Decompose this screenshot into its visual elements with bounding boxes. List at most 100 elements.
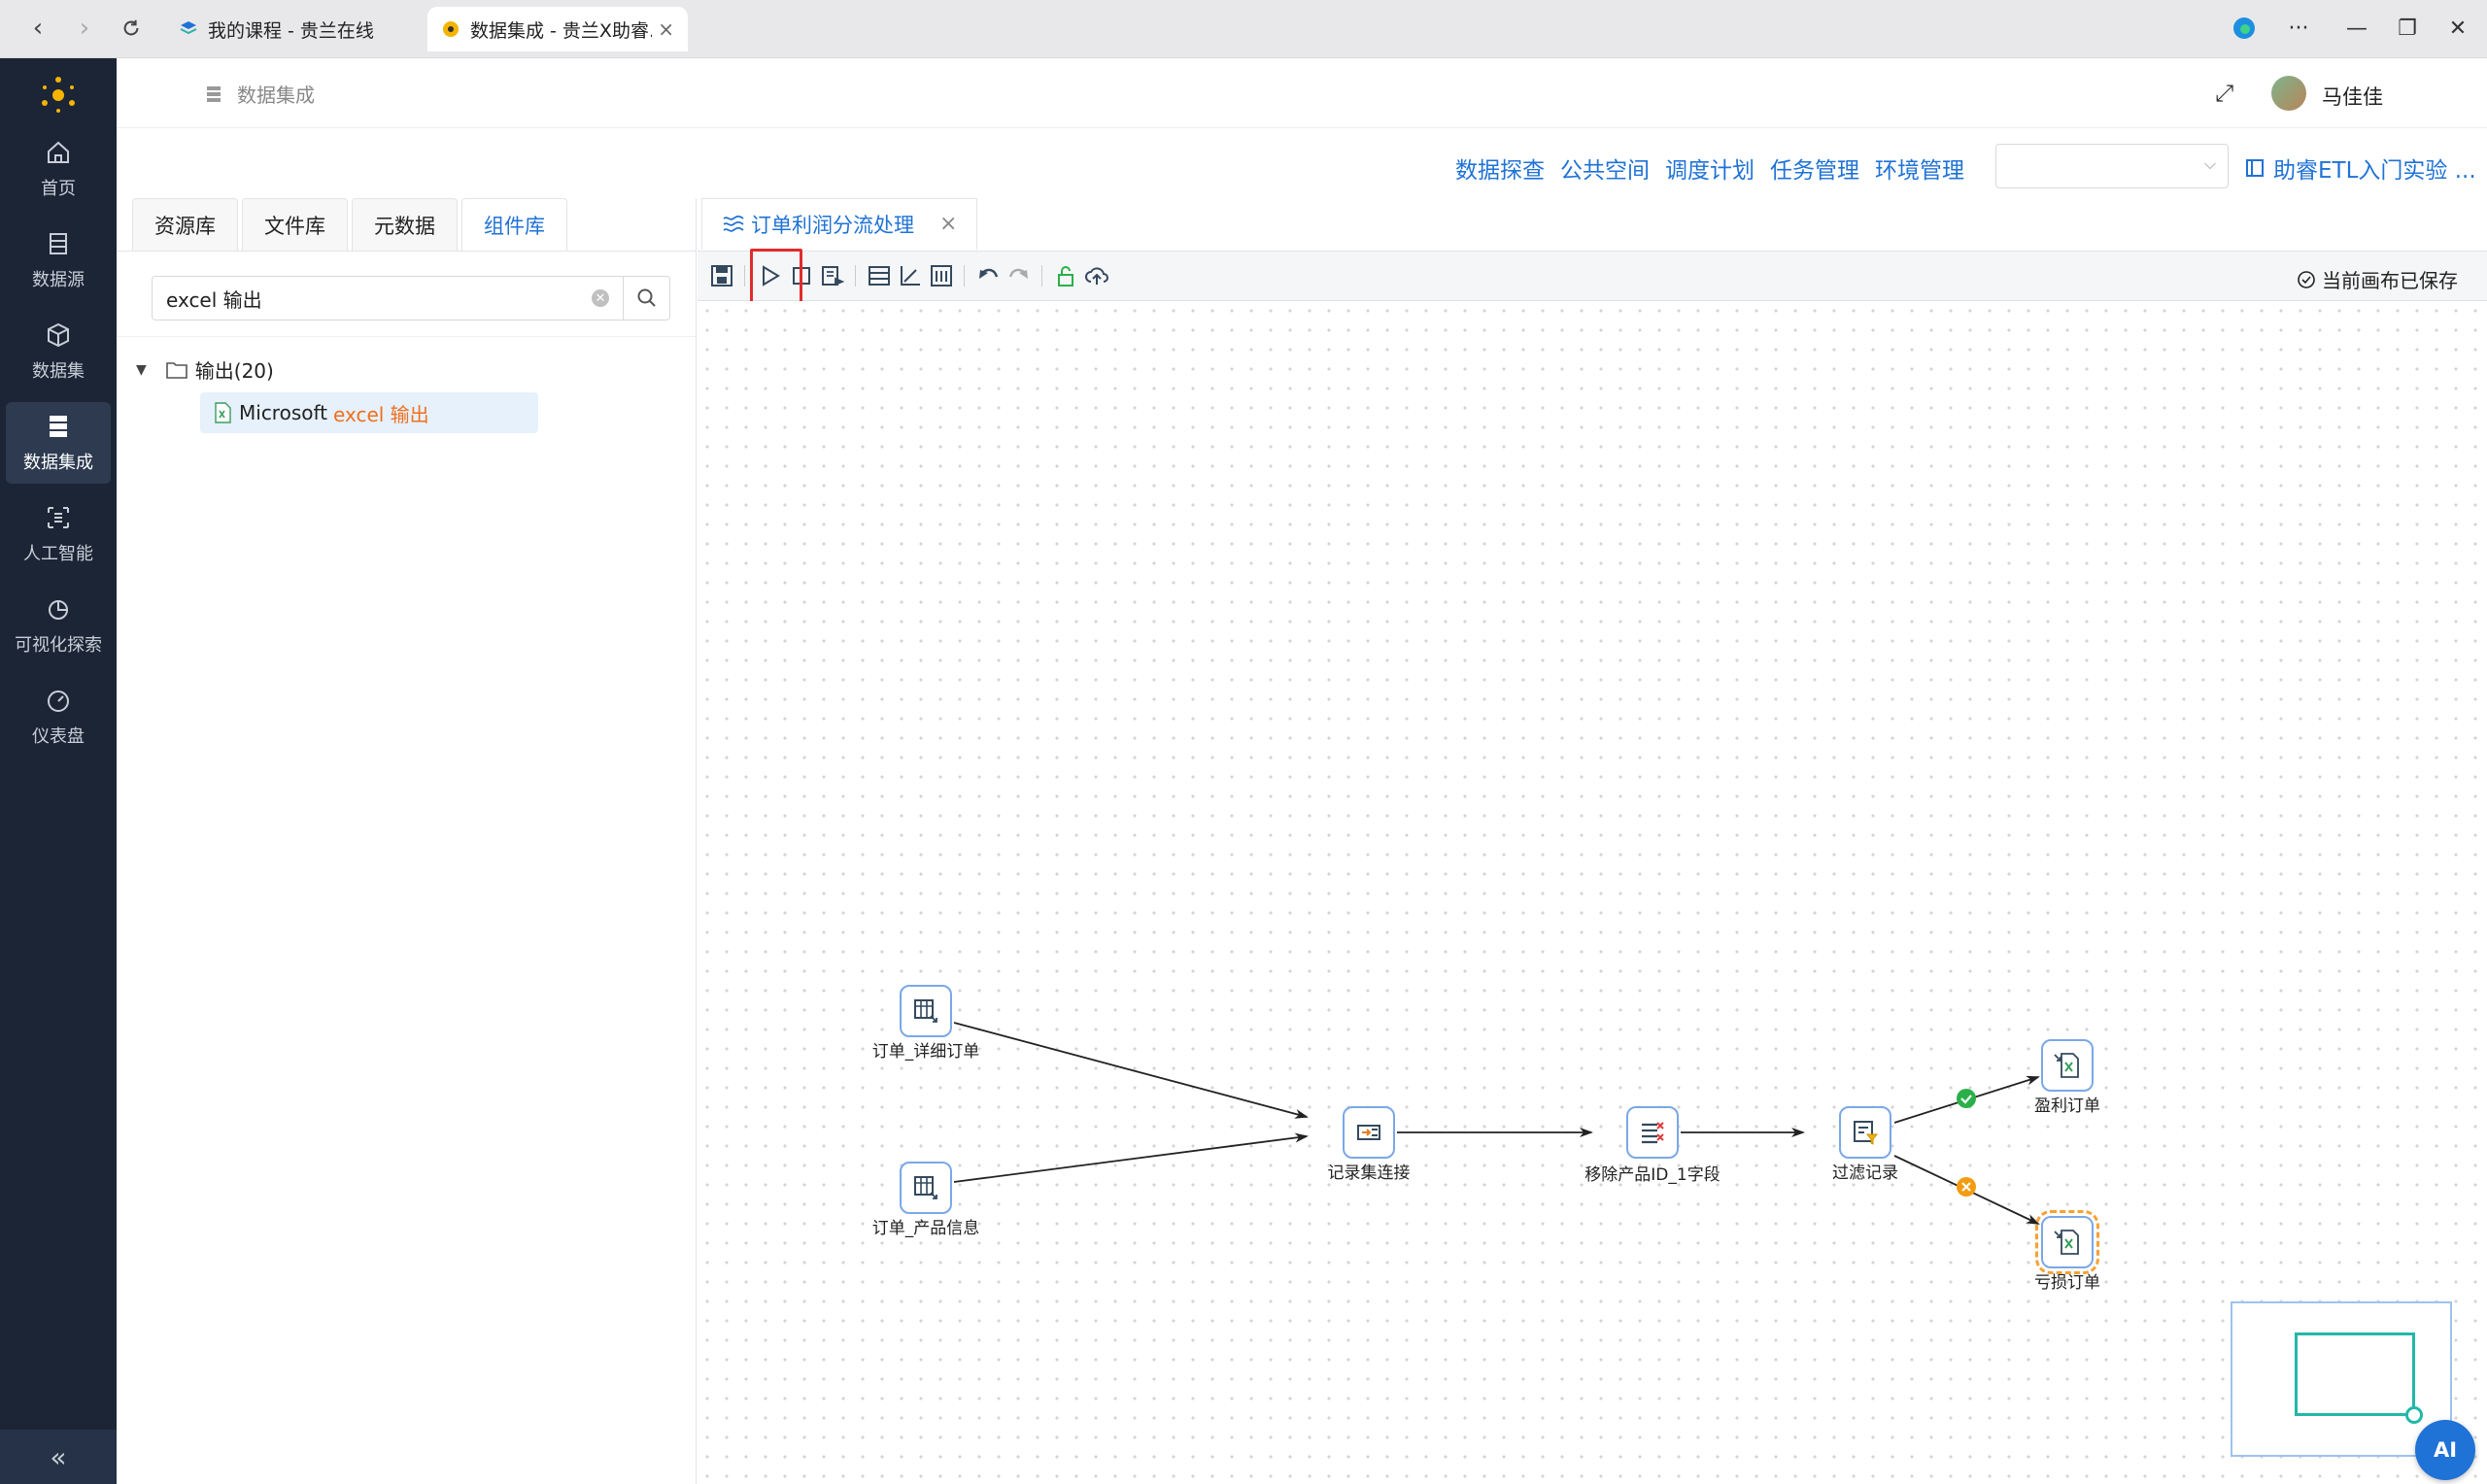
preview-button[interactable] (818, 261, 847, 290)
flow-icon (723, 215, 744, 232)
ai-assistant-button[interactable]: AI (2415, 1420, 2475, 1480)
server-icon (207, 85, 221, 102)
top-links: 数据探查 公共空间 调度计划 任务管理 环境管理 (1455, 152, 1980, 185)
flow-node-join[interactable] (1343, 1106, 1395, 1159)
save-button[interactable] (707, 261, 736, 290)
guide-link[interactable]: 助睿ETL入门实验 ... (2244, 152, 2476, 185)
nav-label: 数据集成 (23, 453, 93, 473)
back-icon[interactable]: ‹ (21, 12, 54, 45)
browser-chrome: ‹ › 我的课程 - 贵兰在线 数据集成 - 贵兰X助睿... × ··· — … (0, 0, 2487, 58)
tab-files[interactable]: 文件库 (242, 198, 348, 251)
tab-components[interactable]: 组件库 (461, 198, 567, 251)
undo-button[interactable] (973, 261, 1003, 290)
minimap-viewport[interactable] (2295, 1332, 2415, 1416)
layers-icon (180, 21, 197, 35)
nav-item-dataset[interactable]: 数据集 (6, 311, 111, 392)
flow-node-loss-orders[interactable] (2035, 1210, 2099, 1274)
link-public-space[interactable]: 公共空间 (1560, 152, 1650, 185)
publish-button[interactable] (1082, 261, 1111, 290)
tab-title: 我的课程 - 贵兰在线 (208, 19, 374, 42)
check-circle-icon (2298, 270, 2315, 288)
app-logo[interactable] (35, 72, 82, 118)
book-icon (2246, 159, 2264, 177)
home-icon (48, 141, 69, 163)
clear-icon[interactable]: ✕ (592, 289, 609, 307)
excel-file-icon (215, 402, 231, 423)
tree-item-excel-output[interactable]: Microsoft excel 输出 (200, 392, 538, 433)
search-input[interactable] (166, 285, 594, 312)
gauge-icon (48, 691, 69, 712)
tab-metadata[interactable]: 元数据 (352, 198, 458, 251)
tab-resource[interactable]: 资源库 (132, 198, 238, 251)
nav-item-home[interactable]: 首页 (6, 128, 111, 210)
left-nav: 首页 数据源 数据集 数据集成 人工智能 可视化探索 仪表盘 « (0, 58, 117, 1484)
canvas-tab[interactable]: 订单利润分流处理 × (701, 198, 978, 251)
nav-item-visual-explore[interactable]: 可视化探索 (6, 585, 111, 666)
nav-item-integration[interactable]: 数据集成 (6, 402, 111, 484)
link-task-manage[interactable]: 任务管理 (1770, 152, 1859, 185)
link-data-explore[interactable]: 数据探查 (1455, 152, 1545, 185)
nav-label: 可视化探索 (15, 635, 102, 656)
tab-title: 数据集成 - 贵兰X助睿... (470, 19, 653, 42)
tree-folder-label: 输出(20) (194, 359, 274, 383)
nav-item-ai[interactable]: 人工智能 (6, 493, 111, 575)
nav-item-datasource[interactable]: 数据源 (6, 219, 111, 301)
browser-tab-integration[interactable]: 数据集成 - 贵兰X助睿... × (427, 7, 688, 51)
flow-node-label: 订单_详细订单 (871, 1042, 980, 1062)
nav-label: 人工智能 (23, 544, 93, 564)
divider (1041, 265, 1042, 287)
link-env-manage[interactable]: 环境管理 (1875, 152, 1964, 185)
minimap-resize-handle[interactable] (2405, 1406, 2423, 1424)
divider (117, 336, 696, 337)
flow-node-profit-orders[interactable] (2041, 1039, 2094, 1092)
flow-node-label: 订单_产品信息 (871, 1219, 980, 1238)
forward-icon[interactable]: › (68, 12, 101, 45)
flow-node-remove-field[interactable] (1626, 1106, 1679, 1159)
panel-splitter[interactable] (696, 198, 697, 1484)
redo-button[interactable] (1005, 261, 1034, 290)
folder-icon (165, 361, 187, 379)
tree-folder-output[interactable]: ▼ 输出(20) (136, 355, 274, 384)
flow-node-product-info[interactable] (900, 1162, 952, 1214)
caret-down-icon[interactable]: ▼ (136, 362, 147, 378)
flow-node-filter[interactable] (1839, 1106, 1891, 1159)
breadcrumb: 数据集成 (204, 80, 315, 108)
component-search: ✕ (152, 276, 670, 320)
collapse-nav-button[interactable]: « (0, 1430, 117, 1484)
nav-item-dashboard[interactable]: 仪表盘 (6, 676, 111, 758)
flow-node-order-detail[interactable] (900, 985, 952, 1037)
more-icon[interactable]: ··· (2279, 12, 2318, 45)
nav-label: 数据集 (32, 361, 85, 382)
axis-button[interactable] (896, 261, 925, 290)
environment-select[interactable]: ⌵ (1995, 144, 2229, 188)
database-icon (50, 233, 67, 254)
flow-node-label: 移除产品ID_1字段 (1584, 1165, 1720, 1185)
restore-icon[interactable]: ❐ (2388, 12, 2427, 45)
join-icon (1357, 1125, 1380, 1140)
avatar[interactable] (2271, 76, 2306, 111)
link-schedule[interactable]: 调度计划 (1665, 152, 1755, 185)
lock-icon (1058, 266, 1073, 287)
search-button[interactable] (623, 277, 669, 320)
excel-output-icon (2054, 1230, 2079, 1255)
run-highlight-box (750, 249, 802, 309)
align-button[interactable] (865, 261, 894, 290)
table-input-icon (914, 999, 937, 1023)
reload-icon[interactable] (115, 12, 148, 45)
redo-icon (1008, 268, 1028, 279)
user-name[interactable]: 马佳佳 (2322, 82, 2383, 111)
lock-button[interactable] (1051, 261, 1080, 290)
close-icon[interactable]: × (658, 17, 674, 41)
minimize-icon[interactable]: — (2337, 12, 2376, 45)
divider (964, 265, 965, 287)
window-close-icon[interactable]: ✕ (2438, 12, 2477, 45)
search-icon (637, 288, 656, 307)
flow-canvas[interactable] (698, 301, 2487, 1484)
nav-label: 数据源 (32, 270, 85, 290)
layout-button[interactable] (927, 261, 956, 290)
browser-tab-courses[interactable]: 我的课程 - 贵兰在线 (165, 7, 418, 51)
preview-icon (822, 266, 845, 287)
fullscreen-icon[interactable]: ⤢ (2215, 80, 2233, 107)
edge-icon[interactable] (2225, 12, 2264, 45)
close-icon[interactable]: × (939, 212, 957, 236)
